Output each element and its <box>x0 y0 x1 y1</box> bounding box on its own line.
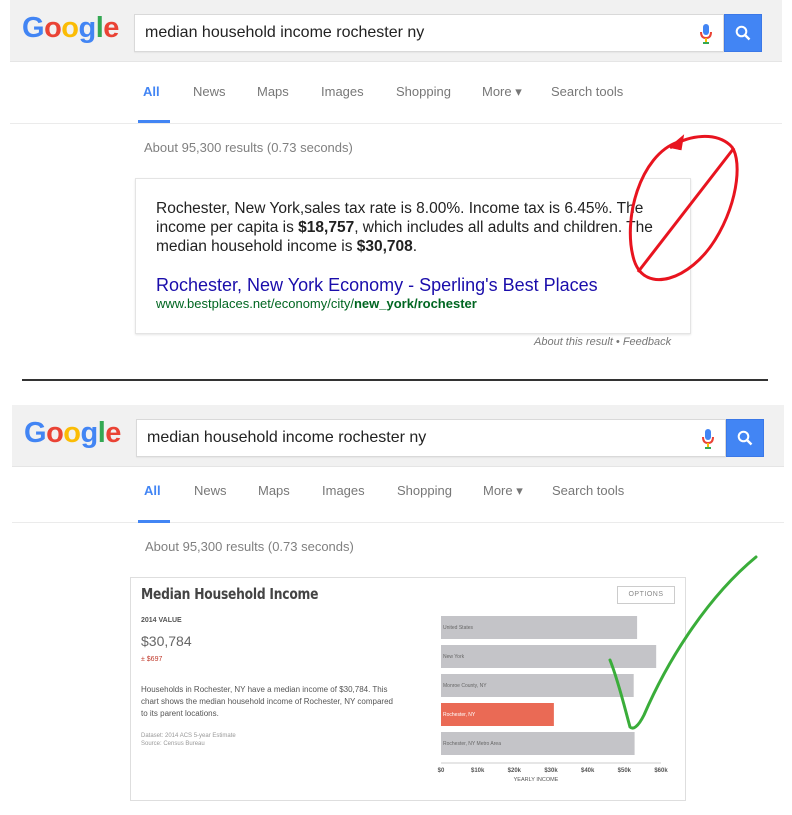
green-check-annotation <box>608 555 758 730</box>
logo-letter: l <box>97 417 106 449</box>
tab-all[interactable]: All <box>144 483 161 498</box>
search-query[interactable]: median household income rochester ny <box>145 24 424 42</box>
x-tick-label: $50k <box>618 768 632 774</box>
mic-icon[interactable] <box>701 428 715 450</box>
tab-shopping[interactable]: Shopping <box>396 84 451 99</box>
bar-label: New York <box>443 654 465 660</box>
logo-letter: o <box>44 12 62 44</box>
search-button[interactable] <box>724 14 762 52</box>
card-description: Households in Rochester, NY have a media… <box>141 685 393 718</box>
search-button[interactable] <box>726 419 764 457</box>
x-tick-label: $0 <box>438 768 445 774</box>
result-url: www.bestplaces.net/economy/city/new_york… <box>156 296 477 311</box>
tab-search-tools[interactable]: Search tools <box>551 84 623 99</box>
x-tick-label: $20k <box>508 768 522 774</box>
result-stats: About 95,300 results (0.73 seconds) <box>144 140 353 155</box>
search-icon <box>737 430 753 446</box>
featured-snippet: Rochester, New York,sales tax rate is 8.… <box>135 178 691 334</box>
income-value: $30,784 <box>141 633 192 649</box>
per-capita-value: $18,757 <box>298 219 355 236</box>
result-stats: About 95,300 results (0.73 seconds) <box>145 539 354 554</box>
dataset-source: Dataset: 2014 ACS 5-year Estimate Source:… <box>141 733 236 747</box>
bar-label: United States <box>443 625 474 631</box>
x-axis-label: YEARLY INCOME <box>514 777 559 783</box>
google-logo[interactable]: Google <box>24 417 121 450</box>
x-tick-label: $30k <box>544 768 558 774</box>
top-tabs: All News Maps Images Shopping More ▾ Sea… <box>10 64 782 124</box>
value-label: 2014 VALUE <box>141 617 182 624</box>
about-feedback[interactable]: About this result • Feedback <box>534 336 671 348</box>
logo-letter: e <box>103 12 119 44</box>
logo-letter: e <box>105 417 121 449</box>
search-query[interactable]: median household income rochester ny <box>147 429 426 447</box>
logo-letter: o <box>46 417 64 449</box>
tab-all-underline <box>138 120 170 123</box>
separator-line <box>22 379 768 381</box>
mic-icon[interactable] <box>699 23 713 45</box>
bottom-tabs: All News Maps Images Shopping More ▾ Sea… <box>12 463 784 523</box>
logo-letter: G <box>24 417 47 449</box>
x-tick-label: $10k <box>471 768 485 774</box>
logo-letter: g <box>78 12 97 44</box>
bar-label: Rochester, NY <box>443 712 476 718</box>
x-tick-label: $60k <box>654 768 668 774</box>
bar-label: Monroe County, NY <box>443 683 487 689</box>
logo-letter: o <box>61 12 79 44</box>
tab-maps[interactable]: Maps <box>258 483 290 498</box>
tab-all[interactable]: All <box>143 84 160 99</box>
tab-more[interactable]: More ▾ <box>482 84 522 100</box>
tab-more[interactable]: More ▾ <box>483 483 523 499</box>
tab-images[interactable]: Images <box>321 84 364 99</box>
median-value: $30,708 <box>356 238 413 255</box>
margin-of-error: ± $697 <box>141 656 163 663</box>
search-icon <box>735 25 751 41</box>
tab-search-tools[interactable]: Search tools <box>552 483 624 498</box>
tab-news[interactable]: News <box>194 483 227 498</box>
tab-all-underline <box>138 520 170 523</box>
logo-letter: g <box>80 417 99 449</box>
logo-letter: o <box>63 417 81 449</box>
logo-letter: l <box>95 12 104 44</box>
bar-label: Rochester, NY Metro Area <box>443 741 501 747</box>
logo-letter: G <box>22 12 45 44</box>
search-input[interactable]: median household income rochester ny <box>134 14 724 52</box>
card-title: Median Household Income <box>141 585 319 603</box>
tab-images[interactable]: Images <box>322 483 365 498</box>
google-logo[interactable]: Google <box>22 12 119 45</box>
tab-maps[interactable]: Maps <box>257 84 289 99</box>
x-tick-label: $40k <box>581 768 595 774</box>
red-slash-annotation <box>628 134 739 282</box>
search-input[interactable]: median household income rochester ny <box>136 419 726 457</box>
tab-news[interactable]: News <box>193 84 226 99</box>
tab-shopping[interactable]: Shopping <box>397 483 452 498</box>
top-header: Google median household income rochester… <box>10 0 782 62</box>
snippet-text: Rochester, New York,sales tax rate is 8.… <box>156 200 653 255</box>
bottom-header: Google median household income rochester… <box>12 405 784 467</box>
result-link[interactable]: Rochester, New York Economy - Sperling's… <box>156 275 598 296</box>
